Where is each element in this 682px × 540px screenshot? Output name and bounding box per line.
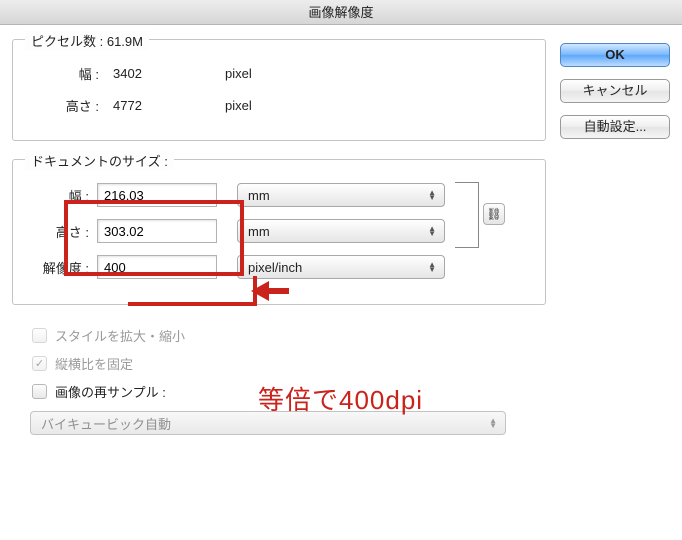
ok-button[interactable]: OK	[560, 43, 670, 67]
scale-styles-label: スタイルを拡大・縮小	[55, 326, 185, 345]
annotation-text: 等倍で400dpi	[258, 380, 423, 417]
auto-button[interactable]: 自動設定...	[560, 115, 670, 139]
document-size-group: ドキュメントのサイズ : 幅 : mm ▲▼ 高さ :	[12, 159, 546, 305]
chevron-updown-icon: ▲▼	[489, 418, 497, 428]
doc-width-label: 幅 :	[29, 186, 97, 205]
doc-height-label: 高さ :	[29, 222, 97, 241]
chevron-updown-icon: ▲▼	[428, 226, 436, 236]
pixel-height-label: 高さ :	[29, 96, 105, 115]
chevron-updown-icon: ▲▼	[428, 190, 436, 200]
constrain-label: 縦横比を固定	[55, 354, 133, 373]
doc-height-unit-select[interactable]: mm ▲▼	[237, 219, 445, 243]
doc-height-unit-value: mm	[248, 224, 270, 239]
resolution-unit-select[interactable]: pixel/inch ▲▼	[237, 255, 445, 279]
window-title: 画像解像度	[0, 0, 682, 25]
resample-label: 画像の再サンプル :	[55, 382, 166, 401]
pixel-width-value: 3402	[105, 66, 185, 81]
resample-method-value: バイキュービック自動	[41, 414, 171, 433]
arrow-stem-icon	[267, 288, 289, 294]
pixel-width-unit: pixel	[185, 66, 252, 81]
resample-checkbox[interactable]	[32, 384, 47, 399]
link-bracket-icon	[455, 182, 479, 248]
cancel-button[interactable]: キャンセル	[560, 79, 670, 103]
doc-width-unit-select[interactable]: mm ▲▼	[237, 183, 445, 207]
resolution-label: 解像度 :	[29, 258, 97, 277]
constrain-link-button[interactable]: ⛓	[483, 203, 505, 225]
pixel-width-label: 幅 :	[29, 64, 105, 83]
chevron-updown-icon: ▲▼	[428, 262, 436, 272]
pixel-dimensions-group-label: ピクセル数 : 61.9M	[25, 31, 149, 50]
document-size-group-label: ドキュメントのサイズ :	[25, 151, 174, 170]
doc-width-input[interactable]	[97, 183, 217, 207]
doc-width-unit-value: mm	[248, 188, 270, 203]
pixel-dimensions-group: ピクセル数 : 61.9M 幅 : 3402 pixel 高さ : 4772 p…	[12, 39, 546, 141]
pixel-height-unit: pixel	[185, 98, 252, 113]
resolution-unit-value: pixel/inch	[248, 260, 302, 275]
resolution-input[interactable]	[97, 255, 217, 279]
pixel-height-value: 4772	[105, 98, 185, 113]
scale-styles-checkbox	[32, 328, 47, 343]
doc-height-input[interactable]	[97, 219, 217, 243]
constrain-checkbox: ✓	[32, 356, 47, 371]
chain-icon: ⛓	[486, 207, 501, 221]
